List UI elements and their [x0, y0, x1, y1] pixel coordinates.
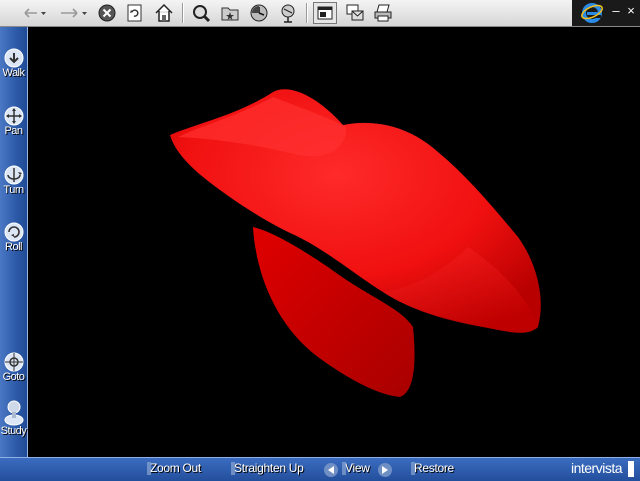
sidebar-item-label: Walk: [2, 67, 25, 79]
back-icon: [24, 8, 46, 18]
fullscreen-icon: [317, 6, 333, 20]
ie-logo: [580, 1, 604, 23]
view-prev-button[interactable]: [324, 463, 338, 477]
sidebar-item-label: Goto: [2, 371, 25, 383]
forward-button[interactable]: [56, 2, 90, 24]
sidebar-item-label: Pan: [4, 125, 23, 137]
stop-icon: [98, 4, 116, 22]
print-button[interactable]: [371, 2, 395, 24]
viewer-bottom-bar: Zoom Out Straighten Up View Restore inte…: [0, 457, 640, 481]
refresh-button[interactable]: [123, 2, 147, 24]
view-next-button[interactable]: [378, 463, 392, 477]
zoom-out-button[interactable]: Zoom Out: [147, 461, 201, 475]
back-button[interactable]: [20, 2, 48, 24]
triangle-left-icon: [328, 466, 334, 474]
mail-icon: [346, 4, 364, 21]
search-icon: [193, 5, 211, 23]
sidebar-item-label: Study: [0, 425, 27, 437]
pan-icon: [4, 106, 23, 126]
3d-viewport[interactable]: [28, 27, 640, 457]
navigation-sidebar: Walk Pan Turn Roll Goto Study: [0, 27, 28, 457]
channels-button[interactable]: [276, 2, 300, 24]
goto-icon: [4, 352, 23, 372]
straighten-up-button[interactable]: Straighten Up: [230, 461, 304, 475]
sidebar-item-label: Roll: [5, 241, 22, 253]
channels-icon: [281, 4, 295, 23]
restore-button[interactable]: Restore: [411, 461, 454, 475]
triangle-right-icon: [382, 466, 388, 474]
sidebar-item-study[interactable]: Study: [0, 399, 27, 437]
favorites-icon: [221, 7, 239, 21]
sidebar-item-goto[interactable]: Goto: [0, 351, 27, 383]
favorites-button[interactable]: [218, 2, 242, 24]
sidebar-item-roll[interactable]: Roll: [0, 221, 27, 253]
sidebar-item-turn[interactable]: Turn: [0, 164, 27, 196]
home-icon: [155, 3, 173, 22]
fullscreen-button[interactable]: [313, 2, 337, 24]
study-icon: [4, 400, 23, 426]
stop-button[interactable]: [95, 2, 119, 24]
close-button[interactable]: ×: [624, 2, 638, 22]
brand-mark-icon: [628, 461, 634, 477]
turn-icon: [4, 165, 23, 185]
forward-icon: [61, 8, 87, 18]
sidebar-item-pan[interactable]: Pan: [0, 105, 27, 137]
history-icon: [250, 4, 268, 22]
home-button[interactable]: [152, 2, 176, 24]
mail-button[interactable]: [343, 2, 367, 24]
refresh-icon: [127, 4, 142, 22]
window-controls-area: – ×: [572, 0, 640, 26]
sidebar-item-label: Turn: [3, 184, 24, 196]
print-icon: [374, 4, 392, 22]
minimize-button[interactable]: –: [609, 2, 623, 22]
3d-red-shape: [170, 89, 541, 397]
browser-toolbar: – ×: [0, 0, 640, 27]
ie-logo-icon: [581, 3, 603, 23]
view-label: View: [342, 461, 370, 475]
search-button[interactable]: [189, 2, 213, 24]
brand-logo-text: intervista: [570, 460, 623, 476]
history-button[interactable]: [247, 2, 271, 24]
roll-icon: [4, 222, 23, 242]
sidebar-item-walk[interactable]: Walk: [0, 47, 27, 79]
walk-icon: [4, 48, 23, 68]
